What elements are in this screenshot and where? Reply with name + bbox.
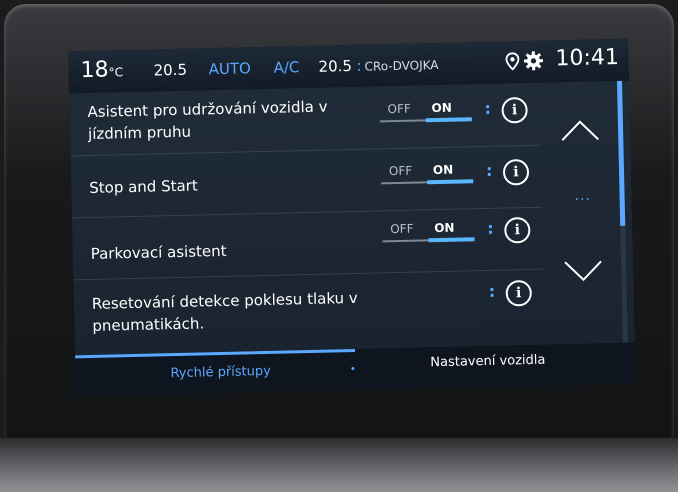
chevron-up-icon[interactable] — [560, 117, 601, 142]
fan-level-left[interactable]: 20.5 — [153, 61, 187, 80]
toggle-off-label: OFF — [387, 101, 411, 117]
menu-separator: : — [487, 218, 494, 238]
toggle-on-label: ON — [434, 220, 455, 236]
radio-station[interactable]: CRo-DVOJKA — [364, 58, 438, 74]
toggle-on-label: ON — [431, 100, 452, 116]
driver-temperature[interactable]: 18°C — [80, 57, 123, 83]
toggle-track — [381, 179, 474, 185]
setting-row-tyre-reset[interactable]: Resetování detekce poklesu tlaku v pneum… — [73, 269, 545, 356]
info-icon[interactable]: i — [505, 279, 533, 307]
scrollbar-thumb[interactable] — [616, 80, 626, 226]
clock: 10:41 — [555, 44, 620, 72]
tab-vehicle-settings[interactable]: Nastavení vozidla — [430, 353, 545, 371]
menu-separator: : — [488, 281, 496, 301]
toggle-off-label: OFF — [390, 221, 414, 237]
toggle-fill — [428, 237, 475, 243]
toggle-on-label: ON — [432, 162, 454, 178]
scrollbar[interactable] — [616, 80, 628, 343]
info-icon[interactable]: i — [504, 216, 531, 244]
fan-level-right[interactable]: 20.5 — [318, 57, 352, 76]
settings-list: Asistent pro udržování vozidla v jízdním… — [69, 80, 635, 356]
ac-button[interactable]: A/C — [273, 58, 299, 77]
status-separator: : — [356, 56, 362, 75]
setting-label: Parkovací asistent — [90, 241, 227, 263]
info-icon[interactable]: i — [502, 158, 530, 186]
toggle-off-label: OFF — [388, 163, 413, 179]
info-icon[interactable]: i — [501, 96, 528, 124]
toggle-fill — [425, 117, 472, 123]
dashboard-trim — [0, 438, 678, 492]
gear-icon[interactable] — [523, 51, 544, 75]
climate-auto-button[interactable]: AUTO — [208, 59, 251, 78]
toggle-fill — [427, 179, 474, 185]
setting-label: Asistent pro udržování vozidla v jízdním… — [87, 97, 328, 143]
park-assist-toggle[interactable]: OFF ON — [382, 218, 475, 246]
chevron-down-icon[interactable] — [563, 259, 604, 284]
stop-start-toggle[interactable]: OFF ON — [381, 160, 474, 188]
menu-separator: : — [484, 98, 492, 118]
tab-quick-access[interactable]: Rychlé přístupy — [170, 364, 271, 381]
tab-divider-dot — [351, 366, 355, 371]
setting-label: Stop and Start — [89, 176, 198, 197]
scroll-position-dots: ... — [574, 187, 592, 204]
lane-assist-toggle[interactable]: OFF ON — [379, 98, 472, 126]
location-pin-icon[interactable] — [505, 52, 520, 74]
infotainment-screen: 18°C 20.5 AUTO A/C 20.5 : CRo-DVOJKA 10:… — [68, 38, 636, 397]
menu-separator: : — [485, 160, 493, 180]
toggle-track — [379, 117, 472, 123]
setting-label: Resetování detekce poklesu tlaku v pneum… — [91, 288, 358, 335]
toggle-track — [382, 237, 475, 243]
